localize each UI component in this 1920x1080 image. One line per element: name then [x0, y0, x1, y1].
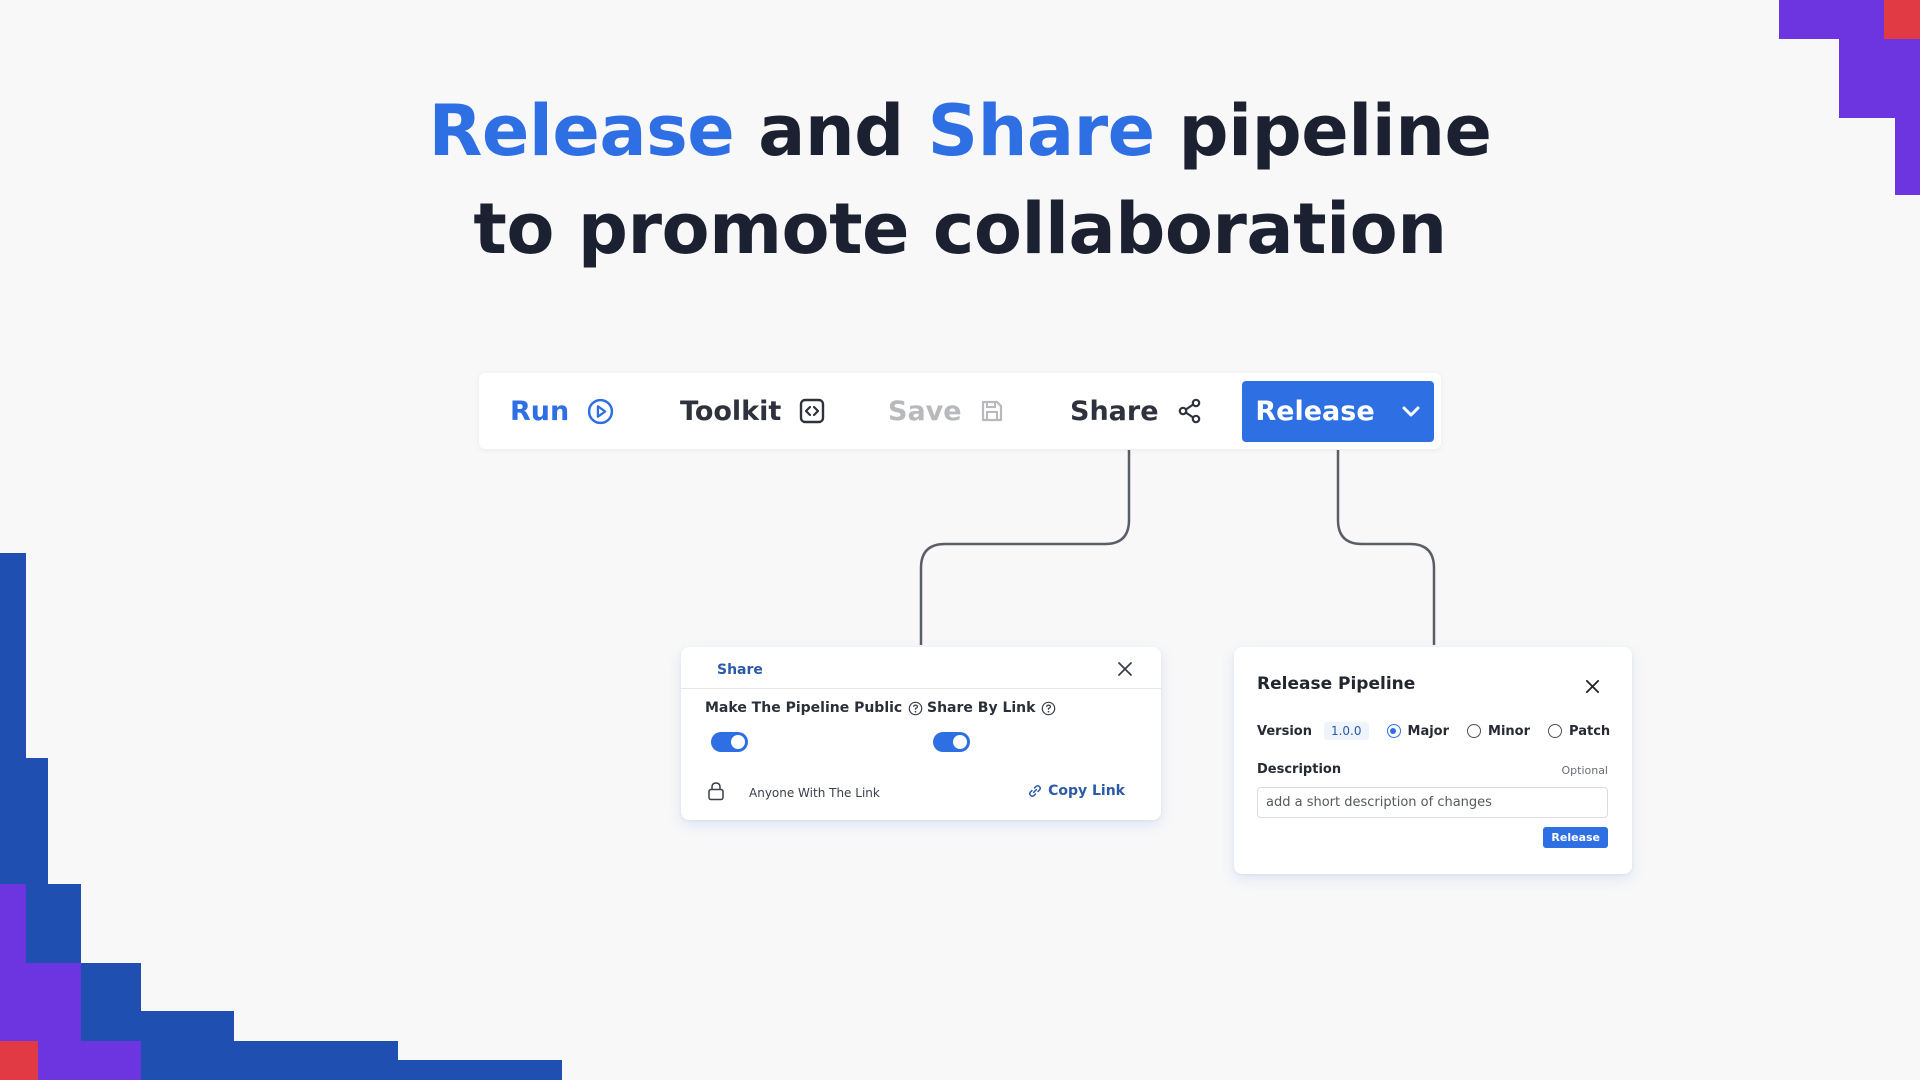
radio-minor[interactable]: Minor: [1467, 724, 1530, 739]
version-badge: 1.0.0: [1323, 722, 1369, 740]
release-dropdown-button[interactable]: Release: [1242, 381, 1434, 442]
share-panel-title: Share: [717, 662, 763, 678]
radio-minor-label: Minor: [1488, 723, 1531, 739]
radio-patch-dot: [1548, 724, 1563, 738]
description-input[interactable]: [1257, 787, 1608, 818]
help-circle-icon[interactable]: [1041, 701, 1056, 716]
share-by-link-label: Share By Link: [927, 700, 1056, 716]
version-label: Version: [1257, 723, 1312, 739]
toolkit-label: Toolkit: [680, 395, 782, 427]
connector-lines: [919, 450, 1436, 645]
version-row: Version 1.0.0 Major Minor Patch: [1257, 722, 1610, 740]
link-icon: [1029, 785, 1042, 797]
release-panel-title: Release Pipeline: [1257, 674, 1416, 694]
make-public-toggle[interactable]: [711, 732, 748, 752]
make-public-text: Make The Pipeline Public: [705, 700, 903, 716]
save-label: Save: [888, 395, 962, 427]
pipeline-toolbar: Run Toolkit Save Share Release: [479, 373, 1441, 449]
radio-major[interactable]: Major: [1386, 723, 1450, 739]
share-label: Share: [1070, 395, 1159, 427]
play-circle-icon: [588, 398, 614, 424]
share-panel: Share Make The Pipeline Public Share By …: [681, 647, 1161, 820]
link-access-text: Anyone With The Link: [749, 786, 880, 800]
release-submit-button[interactable]: Release: [1543, 827, 1608, 848]
description-label: Description: [1257, 762, 1342, 777]
close-icon[interactable]: [1117, 661, 1133, 677]
share-by-link-toggle[interactable]: [933, 732, 970, 752]
radio-patch-label: Patch: [1569, 723, 1611, 739]
run-button[interactable]: Run: [510, 373, 614, 449]
radio-major-label: Major: [1407, 723, 1450, 739]
make-public-label: Make The Pipeline Public: [705, 700, 923, 716]
release-label: Release: [1255, 396, 1375, 427]
radio-patch[interactable]: Patch: [1548, 724, 1610, 739]
share-panel-header: Share: [681, 647, 1161, 689]
share-button[interactable]: Share: [1070, 373, 1203, 449]
close-icon[interactable]: [1585, 679, 1600, 694]
run-label: Run: [510, 395, 570, 427]
code-box-icon: [800, 398, 825, 424]
radio-major-dot: [1386, 724, 1401, 738]
share-nodes-icon: [1178, 398, 1200, 424]
floppy-disk-icon: [981, 400, 1002, 422]
lock-icon: [708, 782, 724, 801]
help-circle-icon[interactable]: [908, 701, 923, 716]
release-pipeline-panel: Release Pipeline Version 1.0.0 Major Min…: [1234, 647, 1632, 874]
share-by-link-text: Share By Link: [927, 700, 1036, 716]
copy-link-button[interactable]: Copy Link: [1028, 783, 1125, 799]
save-button[interactable]: Save: [888, 373, 1004, 449]
toolkit-button[interactable]: Toolkit: [680, 373, 825, 449]
copy-link-label: Copy Link: [1048, 783, 1125, 799]
radio-minor-dot: [1467, 724, 1482, 738]
optional-label: Optional: [1561, 764, 1608, 777]
chevron-down-icon: [1402, 406, 1420, 416]
